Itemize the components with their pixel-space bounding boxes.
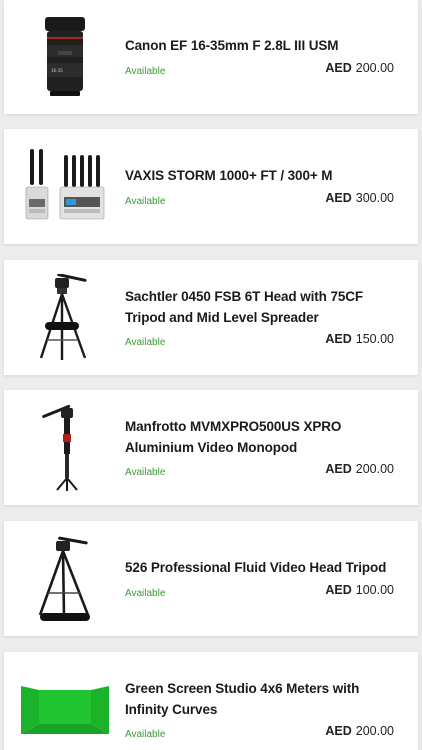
product-price: AED 200.00 bbox=[325, 61, 394, 75]
green-screen-icon bbox=[21, 686, 109, 734]
price-currency: AED bbox=[325, 61, 352, 75]
camera-lens-icon: 16-35 bbox=[45, 17, 85, 96]
availability-status: Available bbox=[125, 196, 166, 207]
product-price: AED 300.00 bbox=[325, 191, 394, 205]
product-price: AED 200.00 bbox=[325, 724, 394, 738]
tripod-icon bbox=[39, 274, 87, 360]
availability-status: Available bbox=[125, 337, 166, 348]
price-currency: AED bbox=[325, 583, 352, 597]
price-amount: 150.00 bbox=[355, 332, 394, 346]
availability-status: Available bbox=[125, 588, 166, 599]
product-title[interactable]: Canon EF 16-35mm F 2.8L III USM bbox=[125, 35, 395, 56]
product-card[interactable]: 16-35 Canon EF 16-35mm F 2.8L III USM Av… bbox=[4, 0, 418, 114]
product-card[interactable]: Sachtler 0450 FSB 6T Head with 75CF Trip… bbox=[4, 260, 418, 375]
product-image[interactable] bbox=[18, 678, 112, 740]
product-card[interactable]: Green Screen Studio 4x6 Meters with Infi… bbox=[4, 652, 418, 750]
tripod-with-bag-icon bbox=[38, 536, 90, 621]
product-image[interactable] bbox=[18, 272, 112, 364]
product-title[interactable]: Manfrotto MVMXPRO500US XPRO Aluminium Vi… bbox=[125, 416, 395, 458]
availability-status: Available bbox=[125, 467, 166, 478]
price-amount: 200.00 bbox=[355, 724, 394, 738]
svg-text:16-35: 16-35 bbox=[51, 68, 63, 73]
wireless-video-transmitter-icon bbox=[25, 149, 105, 220]
product-title[interactable]: Sachtler 0450 FSB 6T Head with 75CF Trip… bbox=[125, 286, 395, 328]
price-amount: 100.00 bbox=[355, 583, 394, 597]
product-card[interactable]: 526 Professional Fluid Video Head Tripod… bbox=[4, 521, 418, 636]
product-image[interactable]: 16-35 bbox=[18, 12, 112, 100]
monopod-icon bbox=[42, 404, 78, 491]
price-amount: 200.00 bbox=[355, 61, 394, 75]
product-title[interactable]: Green Screen Studio 4x6 Meters with Infi… bbox=[125, 678, 395, 720]
product-image[interactable] bbox=[18, 402, 112, 494]
product-title[interactable]: VAXIS STORM 1000+ FT / 300+ M bbox=[125, 165, 395, 186]
price-amount: 200.00 bbox=[355, 462, 394, 476]
product-price: AED 100.00 bbox=[325, 583, 394, 597]
availability-status: Available bbox=[125, 729, 166, 740]
price-currency: AED bbox=[325, 191, 352, 205]
product-title[interactable]: 526 Professional Fluid Video Head Tripod bbox=[125, 557, 395, 578]
product-image[interactable] bbox=[18, 145, 112, 225]
price-currency: AED bbox=[325, 332, 352, 346]
product-list: 16-35 Canon EF 16-35mm F 2.8L III USM Av… bbox=[0, 0, 422, 750]
availability-status: Available bbox=[125, 66, 166, 77]
price-currency: AED bbox=[325, 724, 352, 738]
product-price: AED 150.00 bbox=[325, 332, 394, 346]
price-currency: AED bbox=[325, 462, 352, 476]
product-image[interactable] bbox=[18, 533, 112, 625]
product-card[interactable]: VAXIS STORM 1000+ FT / 300+ M Available … bbox=[4, 129, 418, 244]
price-amount: 300.00 bbox=[355, 191, 394, 205]
product-price: AED 200.00 bbox=[325, 462, 394, 476]
product-card[interactable]: Manfrotto MVMXPRO500US XPRO Aluminium Vi… bbox=[4, 390, 418, 505]
